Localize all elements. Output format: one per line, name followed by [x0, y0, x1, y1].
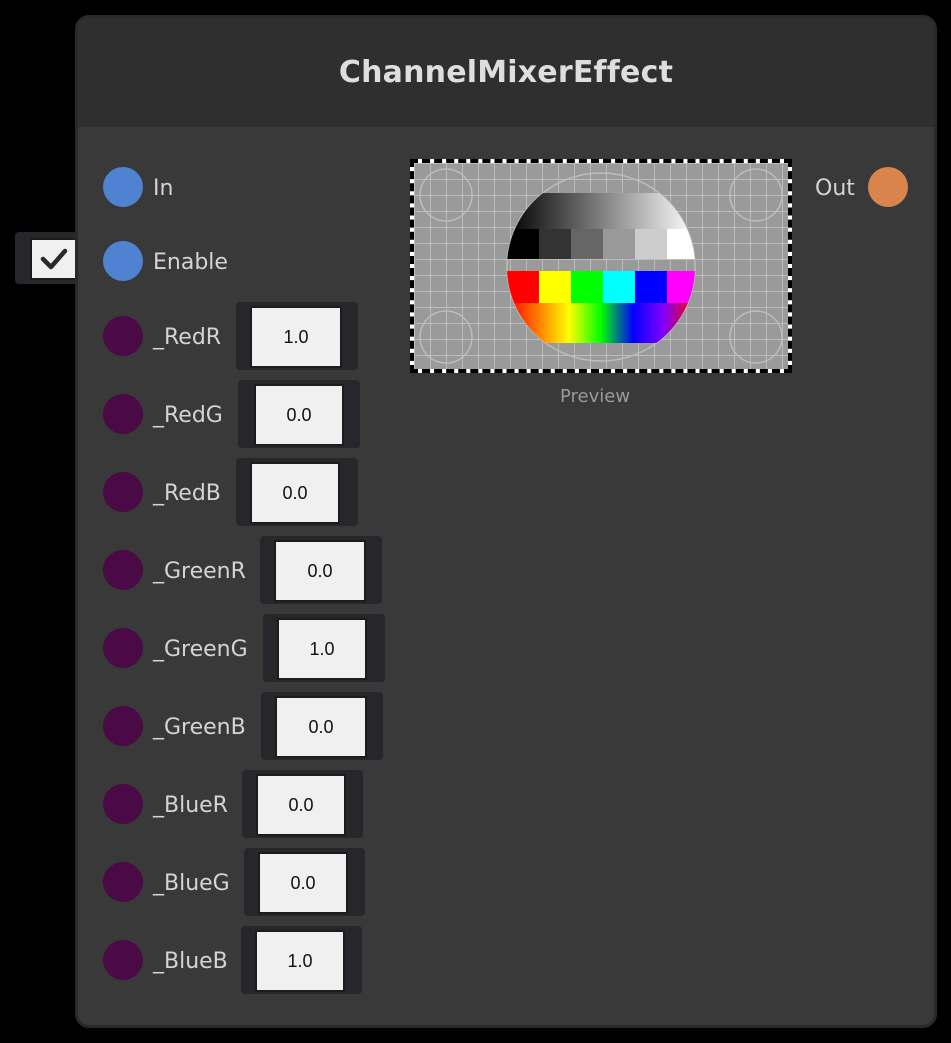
test-pattern-image — [414, 163, 788, 369]
enable-checkbox[interactable] — [30, 238, 78, 280]
param-port[interactable] — [103, 628, 143, 668]
param-value-input[interactable]: 1.0 — [255, 930, 345, 992]
param-label: _GreenB — [153, 715, 246, 740]
param-value-input[interactable]: 0.0 — [250, 462, 340, 524]
param-field: 1.0 — [236, 302, 358, 370]
param-label: _RedG — [153, 403, 223, 428]
in-port-label: In — [153, 176, 174, 201]
param-field: 0.0 — [236, 458, 358, 526]
param-label: _BlueR — [153, 793, 228, 818]
param-field: 1.0 — [241, 926, 362, 994]
preview-image — [410, 159, 792, 373]
param-label: _GreenR — [153, 559, 246, 584]
param-value-input[interactable]: 0.0 — [254, 384, 344, 446]
param-field: 0.0 — [244, 848, 365, 916]
param-value-input[interactable]: 1.0 — [277, 618, 367, 680]
param-label: _RedB — [153, 481, 221, 506]
param-label: _GreenG — [153, 637, 248, 662]
out-port-label: Out — [815, 176, 855, 201]
preview-label: Preview — [560, 386, 631, 407]
param-label: _RedR — [153, 325, 222, 350]
param-value-input[interactable]: 1.0 — [250, 306, 342, 368]
param-port[interactable] — [103, 862, 143, 902]
param-port[interactable] — [103, 394, 143, 434]
out-port[interactable] — [868, 167, 908, 207]
param-value-input[interactable]: 0.0 — [275, 696, 367, 758]
checkmark-icon — [40, 248, 68, 270]
param-port[interactable] — [103, 784, 143, 824]
node-title: ChannelMixerEffect — [338, 55, 674, 90]
param-port[interactable] — [103, 706, 143, 746]
node-header[interactable]: ChannelMixerEffect — [78, 18, 934, 127]
param-port[interactable] — [103, 940, 143, 980]
param-port[interactable] — [103, 316, 143, 356]
param-label: _BlueG — [153, 871, 230, 896]
param-field: 0.0 — [242, 770, 363, 838]
in-port[interactable] — [103, 167, 143, 207]
param-field: 0.0 — [238, 380, 360, 448]
param-field: 0.0 — [260, 536, 382, 604]
enable-port[interactable] — [103, 241, 143, 281]
param-value-input[interactable]: 0.0 — [256, 774, 346, 836]
param-label: _BlueB — [153, 949, 228, 974]
param-field: 0.0 — [261, 692, 383, 760]
param-field: 1.0 — [263, 614, 385, 682]
param-port[interactable] — [103, 550, 143, 590]
enable-port-label: Enable — [153, 250, 228, 275]
param-value-input[interactable]: 0.0 — [258, 852, 348, 914]
param-value-input[interactable]: 0.0 — [274, 540, 366, 602]
param-port[interactable] — [103, 472, 143, 512]
